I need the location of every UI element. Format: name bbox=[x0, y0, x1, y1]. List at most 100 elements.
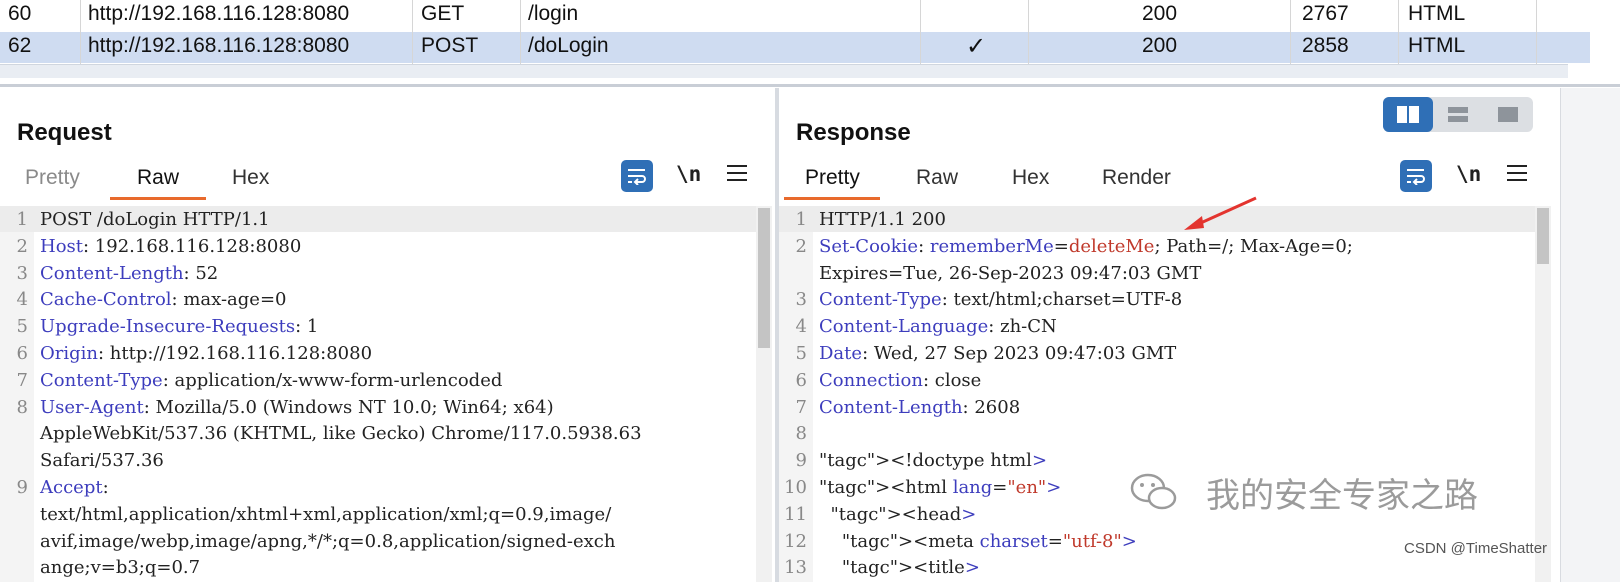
response-vertical-scrollbar[interactable] bbox=[1535, 206, 1551, 582]
column-separator[interactable] bbox=[520, 0, 521, 64]
show-newlines-button[interactable]: \n bbox=[1456, 162, 1481, 186]
row-url: /doLogin bbox=[528, 34, 609, 57]
tab-hex[interactable]: Hex bbox=[1012, 166, 1049, 190]
header-name: Content-Type bbox=[40, 369, 163, 391]
column-separator[interactable] bbox=[1290, 0, 1291, 64]
wechat-icon bbox=[1130, 473, 1177, 510]
header-value: : Wed, 27 Sep 2023 09:47:03 GMT bbox=[862, 343, 1177, 364]
split-vertical-layout-button[interactable] bbox=[1383, 97, 1433, 132]
line-number: 3 bbox=[16, 262, 28, 284]
columns-icon bbox=[1397, 106, 1419, 123]
code-line: Content-Type: application/x-www-form-url… bbox=[40, 370, 502, 391]
code-line: Origin: http://192.168.116.128:8080 bbox=[40, 343, 372, 364]
response-tabs: Pretty Raw Hex Render bbox=[779, 166, 1559, 200]
code-line: Connection: close bbox=[819, 370, 981, 391]
header-value: : bbox=[102, 477, 109, 498]
tab-pretty[interactable]: Pretty bbox=[25, 166, 80, 190]
row-url: /login bbox=[528, 2, 579, 25]
word-wrap-toggle[interactable] bbox=[1400, 160, 1432, 192]
header-name: Date bbox=[819, 343, 863, 364]
code-text: Expires=Tue, 26-Sep-2023 09:47:03 GMT bbox=[819, 262, 1202, 284]
tab-pretty[interactable]: Pretty bbox=[805, 166, 860, 190]
row-host: http://192.168.116.128:8080 bbox=[88, 2, 350, 25]
header-value: : application/x-www-form-urlencoded bbox=[162, 369, 503, 391]
line-number: 1 bbox=[16, 209, 28, 230]
line-number: 13 bbox=[784, 557, 807, 579]
line-number: 5 bbox=[16, 316, 28, 338]
watermark-text: 我的安全专家之路 bbox=[1206, 476, 1478, 516]
column-separator[interactable] bbox=[1398, 0, 1399, 64]
column-separator[interactable] bbox=[920, 0, 921, 64]
row-mime: HTML bbox=[1408, 34, 1466, 57]
code-line: Safari/537.36 bbox=[40, 450, 164, 471]
code-text: "tagc"><html lang="en"> bbox=[819, 477, 1062, 498]
line-number: 11 bbox=[784, 503, 807, 525]
request-editor[interactable]: 1 POST /doLogin HTTP/1.1 2 Host: 192.168.11… bbox=[0, 206, 756, 582]
line-number: 4 bbox=[795, 316, 807, 338]
line-number: 2 bbox=[16, 235, 28, 257]
line-number: 1 bbox=[795, 209, 807, 230]
row-length: 2767 bbox=[1302, 2, 1349, 25]
header-name: Accept bbox=[40, 477, 103, 498]
line-number: 10 bbox=[784, 477, 807, 498]
header-name: Upgrade-Insecure-Requests bbox=[40, 316, 296, 338]
wrap-icon bbox=[628, 169, 646, 185]
pane-splitter[interactable] bbox=[0, 84, 1620, 87]
header-value: : max-age=0 bbox=[171, 289, 287, 311]
line-number: 6 bbox=[16, 343, 28, 364]
horizontal-scrollbar[interactable] bbox=[0, 64, 1568, 78]
header-value: : 52 bbox=[183, 262, 219, 284]
code-line: Accept: bbox=[40, 477, 109, 498]
line-number: 8 bbox=[795, 423, 807, 445]
table-row[interactable]: 60 http://192.168.116.128:8080 GET /logi… bbox=[0, 0, 1590, 31]
code-line: "tagc"><html lang="en"> bbox=[819, 477, 1061, 498]
row-status: 200 bbox=[1142, 34, 1178, 57]
header-value: : Mozilla/5.0 (Windows NT 10.0; Win64; x… bbox=[143, 396, 554, 418]
menu-icon[interactable] bbox=[727, 164, 747, 182]
header-name: Connection bbox=[819, 369, 923, 391]
code-text: "tagc"><meta charset="utf-8"> bbox=[841, 530, 1137, 552]
line-number: 12 bbox=[784, 530, 807, 552]
column-separator[interactable] bbox=[412, 0, 413, 64]
line-number: 3 bbox=[795, 289, 807, 311]
proxy-history-table: 60 http://192.168.116.128:8080 GET /logi… bbox=[0, 0, 1620, 87]
show-newlines-button[interactable]: \n bbox=[676, 162, 701, 186]
wrap-icon bbox=[1407, 169, 1425, 185]
line-number: 7 bbox=[795, 396, 807, 418]
tab-raw[interactable]: Raw bbox=[137, 166, 179, 190]
line-number: 6 bbox=[795, 369, 807, 391]
code-line: "tagc"><meta charset="utf-8"> bbox=[819, 531, 1137, 552]
row-number: 60 bbox=[8, 2, 32, 25]
scrollbar-thumb[interactable] bbox=[1537, 208, 1549, 264]
code-line: Expires=Tue, 26-Sep-2023 09:47:03 GMT bbox=[819, 263, 1201, 284]
scrollbar-thumb[interactable] bbox=[758, 208, 770, 348]
tab-hex[interactable]: Hex bbox=[232, 166, 269, 190]
code-line: POST /doLogin HTTP/1.1 bbox=[40, 209, 270, 230]
column-separator[interactable] bbox=[80, 0, 81, 64]
code-text: ange;v=b3;q=0.7 bbox=[40, 557, 201, 579]
code-line: Set-Cookie: rememberMe=deleteMe; Path=/;… bbox=[819, 236, 1353, 257]
tabbed-layout-button[interactable] bbox=[1483, 97, 1533, 132]
column-separator[interactable] bbox=[1028, 0, 1029, 64]
code-line: Content-Length: 52 bbox=[40, 263, 218, 284]
response-editor[interactable]: 1 HTTP/1.1 200 2 Set-Cookie: rememberMe=del… bbox=[779, 206, 1535, 582]
word-wrap-toggle[interactable] bbox=[621, 160, 653, 192]
code-line: "tagc"><head> bbox=[819, 504, 976, 525]
active-tab-indicator bbox=[110, 197, 206, 200]
tab-render[interactable]: Render bbox=[1102, 166, 1171, 190]
column-separator[interactable] bbox=[1536, 0, 1537, 64]
menu-icon[interactable] bbox=[1507, 164, 1527, 182]
split-horizontal-layout-button[interactable] bbox=[1433, 97, 1483, 132]
header-value: : close bbox=[922, 369, 982, 391]
code-line: User-Agent: Mozilla/5.0 (Windows NT 10.0… bbox=[40, 397, 554, 418]
table-row-selected[interactable]: 62 http://192.168.116.128:8080 POST /doL… bbox=[0, 32, 1590, 63]
row-number: 62 bbox=[8, 34, 32, 57]
credit-text: CSDN @TimeShatter bbox=[1404, 540, 1548, 557]
row-method: GET bbox=[421, 2, 465, 25]
row-edited-checkmark: ✓ bbox=[966, 33, 987, 60]
code-line: "tagc"><!doctype html> bbox=[819, 450, 1047, 471]
request-vertical-scrollbar[interactable] bbox=[756, 206, 772, 582]
code-line: Cache-Control: max-age=0 bbox=[40, 289, 287, 310]
row-status: 200 bbox=[1142, 2, 1178, 25]
tab-raw[interactable]: Raw bbox=[916, 166, 958, 190]
